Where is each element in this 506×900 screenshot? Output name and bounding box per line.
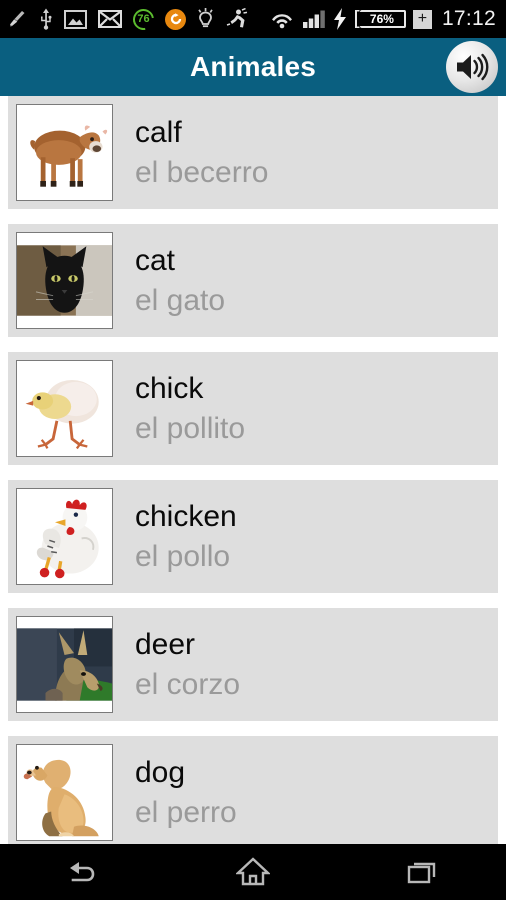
chick-photo — [16, 360, 113, 457]
english-word: dog — [135, 755, 186, 789]
battery-plus-icon: + — [412, 9, 432, 29]
lightbulb-icon — [197, 7, 214, 31]
usb-icon — [39, 7, 53, 31]
list-item[interactable]: calf el becerro — [8, 96, 498, 209]
orange-sync-icon — [165, 8, 186, 30]
list-item[interactable]: cat el gato — [8, 224, 498, 337]
list-item[interactable]: dog el perro — [8, 736, 498, 849]
runner-icon — [225, 7, 249, 31]
speaker-button[interactable] — [446, 41, 498, 93]
battery-level-label: 76% — [359, 10, 406, 28]
english-word: deer — [135, 627, 196, 661]
list-item-text: calf el becerro — [135, 114, 268, 192]
english-word: chicken — [135, 499, 237, 533]
mail-icon — [98, 7, 122, 31]
recents-icon — [407, 862, 435, 884]
deer-photo — [16, 616, 113, 713]
recents-button[interactable] — [337, 844, 506, 900]
app-title-bar: Animales — [0, 38, 506, 96]
spanish-word: el perro — [135, 795, 237, 829]
screenshot-image-icon — [64, 7, 87, 31]
cat-photo — [16, 232, 113, 329]
cell-signal-icon — [302, 7, 326, 31]
status-bar: 76 76% + 17:12 — [0, 0, 506, 38]
dog-photo — [16, 744, 113, 841]
cleaner-badge-count: 76 — [137, 13, 150, 25]
list-item[interactable]: deer el corzo — [8, 608, 498, 721]
calf-photo — [16, 104, 113, 201]
list-item[interactable]: chick el pollito — [8, 352, 498, 465]
spanish-word: el becerro — [135, 155, 269, 189]
broom-icon — [8, 7, 28, 31]
list-item-text: dog el perro — [135, 754, 237, 832]
spanish-word: el corzo — [135, 667, 241, 701]
list-item[interactable]: chicken el pollo — [8, 480, 498, 593]
back-button[interactable] — [0, 844, 169, 900]
page-title: Animales — [189, 51, 317, 82]
list-item-text: cat el gato — [135, 242, 225, 320]
home-icon — [236, 857, 270, 886]
list-item-text: chick el pollito — [135, 370, 245, 448]
back-arrow-icon — [70, 862, 95, 882]
battery-icon: 76% — [354, 9, 406, 29]
status-bar-system-icons: 76% + 17:12 — [269, 7, 496, 31]
charging-bolt-icon — [333, 7, 347, 31]
list-item-text: deer el corzo — [135, 626, 240, 704]
spanish-word: el pollo — [135, 539, 231, 573]
cleaner-badge-icon: 76 — [128, 4, 159, 34]
list-item-text: chicken el pollo — [135, 498, 237, 576]
status-bar-clock: 17:12 — [441, 7, 496, 30]
english-word: calf — [135, 115, 182, 149]
vocabulary-list[interactable]: calf el becerro cat el gato chick el pol… — [0, 96, 506, 900]
english-word: cat — [135, 243, 176, 277]
system-navigation-bar — [0, 844, 506, 900]
wifi-icon — [269, 7, 295, 31]
phone-screen: 76 76% + 17:12 Animales calf el becerro … — [0, 0, 506, 900]
spanish-word: el pollito — [135, 411, 246, 445]
chicken-photo — [16, 488, 113, 585]
spanish-word: el gato — [135, 283, 226, 317]
status-bar-notification-icons: 76 — [8, 4, 249, 34]
english-word: chick — [135, 371, 204, 405]
home-button[interactable] — [169, 844, 338, 900]
speaker-icon — [457, 53, 489, 81]
